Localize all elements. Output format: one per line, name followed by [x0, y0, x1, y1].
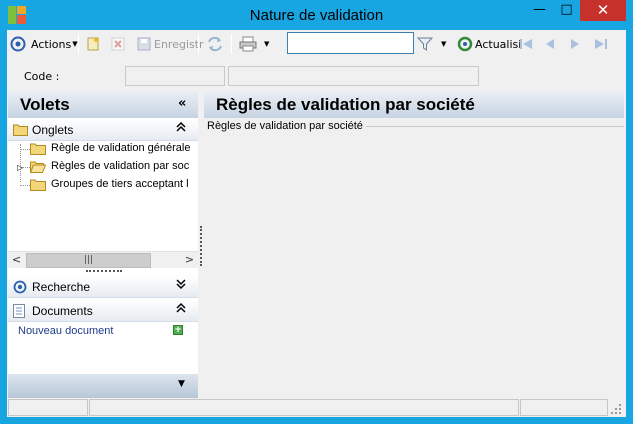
- section-onglets-label: Onglets: [32, 123, 74, 137]
- reload-icon: [208, 36, 222, 52]
- save-icon: [137, 37, 151, 51]
- delete-button[interactable]: [110, 34, 126, 54]
- title-bar[interactable]: Nature de validation — □ ✕: [0, 0, 633, 30]
- filter-button[interactable]: [417, 34, 433, 54]
- chevron-up-icon[interactable]: [176, 121, 186, 136]
- horizontal-scrollbar[interactable]: < ||| >: [8, 251, 198, 268]
- refresh-label: Actualisi: [475, 37, 522, 51]
- code-description-field[interactable]: [228, 66, 479, 86]
- folder-icon: [13, 124, 28, 136]
- side-panel-header: Volets «: [8, 92, 198, 118]
- scroll-left-button[interactable]: <: [8, 252, 25, 269]
- collapse-panel-button[interactable]: «: [178, 96, 186, 111]
- reload-button[interactable]: [206, 34, 224, 54]
- refresh-icon: [457, 36, 473, 52]
- open-folder-icon: [30, 161, 46, 173]
- code-label: Code :: [24, 70, 60, 83]
- tab-tree: Règle de validation générale ▷ Règles de…: [8, 140, 198, 250]
- folder-icon: [30, 143, 46, 155]
- tree-item-label: Groupes de tiers acceptant l: [51, 178, 189, 190]
- tree-item[interactable]: Groupes de tiers acceptant l: [8, 176, 198, 194]
- filter-dropdown[interactable]: ▼: [441, 34, 446, 54]
- chevron-down-icon: ▼: [72, 40, 78, 48]
- minimize-button[interactable]: —: [526, 0, 553, 21]
- last-record-icon[interactable]: [592, 35, 610, 53]
- tree-item-label: Règle de validation générale: [51, 142, 191, 154]
- print-button[interactable]: ▼: [239, 34, 269, 54]
- chevron-up-icon[interactable]: [176, 302, 186, 317]
- search-input[interactable]: [287, 32, 414, 54]
- document-icon: [13, 304, 25, 318]
- scroll-thumb[interactable]: |||: [26, 253, 151, 268]
- chevron-down-icon: ▼: [441, 40, 447, 48]
- chevron-down-icon: ▼: [264, 40, 270, 48]
- section-recherche-label: Recherche: [32, 280, 91, 294]
- side-panel-footer[interactable]: ▼: [8, 374, 198, 398]
- tree-item-label: Règles de validation par soc: [51, 160, 190, 172]
- status-cell: [89, 399, 519, 416]
- chevron-down-icon[interactable]: [176, 278, 186, 293]
- close-button[interactable]: ✕: [580, 0, 626, 21]
- status-bar: [7, 398, 626, 417]
- tree-item[interactable]: Règle de validation générale: [8, 140, 198, 158]
- actions-icon: [10, 36, 26, 52]
- splitter-grip[interactable]: [86, 270, 122, 273]
- vertical-splitter-grip[interactable]: [200, 226, 203, 266]
- actions-button[interactable]: Actions ▼: [10, 34, 78, 54]
- application-window: Nature de validation — □ ✕ Actions ▼ Enr…: [0, 0, 633, 424]
- first-record-icon[interactable]: [517, 35, 535, 53]
- resize-grip-icon[interactable]: [611, 404, 621, 414]
- new-document-link[interactable]: Nouveau document: [18, 325, 113, 337]
- section-recherche[interactable]: Recherche: [8, 276, 198, 298]
- groupbox-label: Règles de validation par société: [207, 120, 366, 132]
- new-button[interactable]: [85, 34, 101, 54]
- code-bar: Code :: [7, 60, 626, 90]
- side-panel: Volets « Onglets Règle de validation gén…: [8, 92, 198, 404]
- section-documents[interactable]: Documents: [8, 300, 198, 322]
- toolbar-separator: [231, 34, 232, 54]
- previous-record-icon[interactable]: [541, 35, 559, 53]
- maximize-button[interactable]: □: [553, 0, 580, 21]
- tree-item[interactable]: ▷ Règles de validation par soc: [8, 158, 198, 176]
- actions-label: Actions: [31, 37, 72, 51]
- toolbar-separator: [198, 34, 199, 54]
- main-content: Règles de validation par société Règles …: [204, 92, 624, 404]
- status-cell: [520, 399, 608, 416]
- status-cell: [8, 399, 88, 416]
- save-button[interactable]: Enregistr: [136, 34, 204, 54]
- page-title: Règles de validation par société: [216, 95, 475, 114]
- side-panel-title: Volets: [20, 95, 70, 114]
- delete-icon: [111, 37, 125, 51]
- client-area: Actions ▼ Enregistr ▼ ▼ Actualisi Code:…: [7, 30, 626, 417]
- code-field[interactable]: [125, 66, 225, 86]
- next-record-icon[interactable]: [566, 35, 584, 53]
- scroll-right-button[interactable]: >: [181, 252, 198, 269]
- folder-icon: [30, 179, 46, 191]
- add-icon[interactable]: +: [173, 325, 183, 335]
- expand-icon[interactable]: ▷: [17, 163, 23, 172]
- new-document-icon: [87, 37, 99, 51]
- printer-icon: [239, 36, 257, 52]
- groupbox-divider: [354, 126, 624, 127]
- content-header: Règles de validation par société: [204, 92, 624, 118]
- filter-icon: [417, 37, 433, 51]
- toolbar-separator: [78, 34, 79, 54]
- chevron-down-icon[interactable]: ▼: [178, 379, 185, 389]
- section-documents-label: Documents: [32, 304, 93, 318]
- section-onglets[interactable]: Onglets: [8, 119, 198, 141]
- toolbar: Actions ▼ Enregistr ▼ ▼ Actualisi: [7, 30, 626, 58]
- search-icon: [13, 280, 27, 294]
- refresh-button[interactable]: Actualisi: [457, 34, 521, 54]
- save-label: Enregistr: [154, 37, 204, 51]
- new-document-row: Nouveau document +: [8, 322, 198, 340]
